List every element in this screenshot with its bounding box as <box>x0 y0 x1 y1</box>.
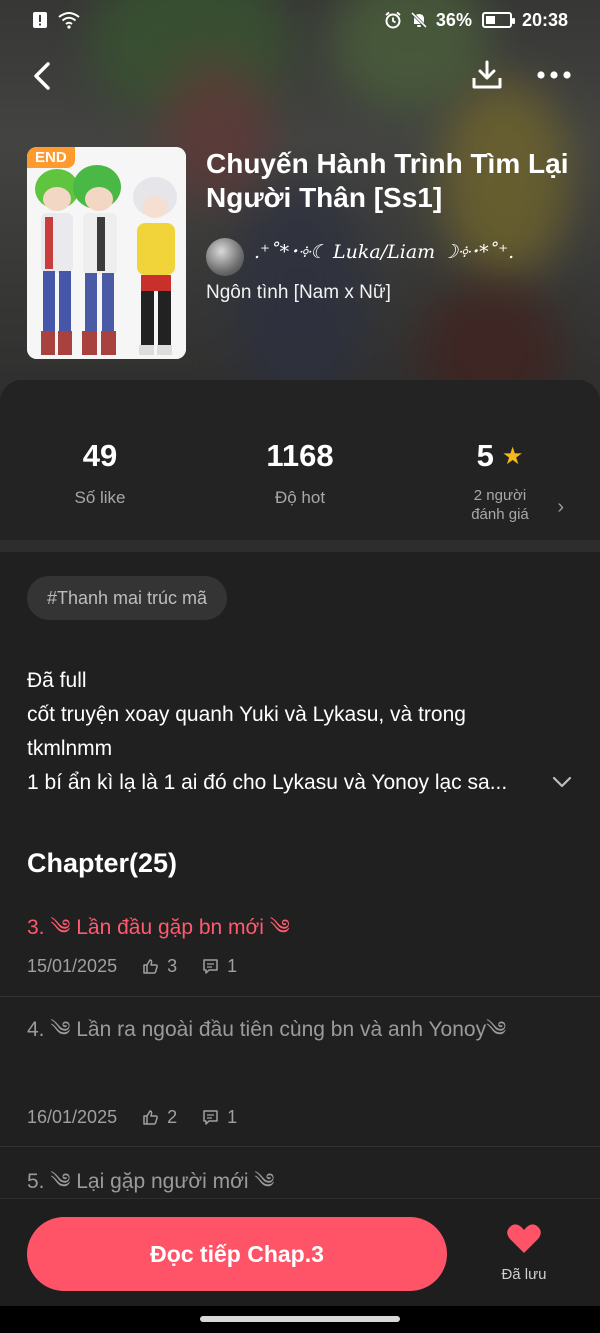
story-title: Chuyến Hành Trình Tìm Lại Người Thân [Ss… <box>206 148 569 213</box>
more-options-button[interactable] <box>530 54 578 96</box>
battery-percent: 36% <box>435 9 472 30</box>
story-header: 36% 20:38 END Chuyến Hành Trình Tìm Lại … <box>0 0 600 400</box>
cover-image[interactable]: END <box>27 147 186 359</box>
end-badge: END <box>27 147 75 168</box>
section-divider <box>0 540 600 552</box>
stats-section: 49 Số like 1168 Độ hot 5 ★ 2 người đánh g… <box>0 380 600 540</box>
continue-reading-button[interactable]: Đọc tiếp Chap.3 <box>27 1217 447 1291</box>
genre-label[interactable]: Ngôn tình [Nam x Nữ] <box>206 282 391 304</box>
story-detail-card: 49 Số like 1168 Độ hot 5 ★ 2 người đánh g… <box>0 380 600 1333</box>
comment-icon <box>201 958 219 976</box>
description-line: 1 bí ẩn kì lạ là 1 ai đó cho Lykasu và Y… <box>27 771 508 794</box>
star-icon: ★ <box>501 442 524 470</box>
download-icon <box>472 60 502 89</box>
comment-icon <box>201 1109 219 1127</box>
likes-label: Số like <box>74 488 126 507</box>
chapter-item[interactable]: 3. ༄ Lần đầu gặp bn mới ༄ 15/01/2025 3 1 <box>0 900 600 997</box>
description-line: tkmlnmm <box>27 737 113 760</box>
back-button[interactable] <box>22 56 62 96</box>
hot-count: 1168 <box>266 438 334 473</box>
download-button[interactable] <box>466 54 508 96</box>
thumbs-up-icon <box>141 958 159 976</box>
saved-label: Đã lưu <box>501 1266 547 1283</box>
chapter-likes: 2 <box>167 1107 178 1127</box>
saved-button[interactable]: Đã lưu <box>496 1223 552 1283</box>
description-line: cốt truyện xoay quanh Yuki và Lykasu, và… <box>27 703 466 726</box>
chapter-likes: 3 <box>167 956 178 976</box>
alarm-icon <box>384 11 401 29</box>
description-line: Đã full <box>27 669 87 692</box>
chapter-comments: 1 <box>227 956 238 976</box>
chapter-title: 4. ༄ Lần ra ngoài đầu tiên cùng bn và an… <box>27 1018 507 1041</box>
chapter-meta: 15/01/2025 3 1 <box>27 956 237 977</box>
clock: 20:38 <box>521 9 568 30</box>
likes-stat: 49 Số like <box>0 438 200 508</box>
chapter-title: 3. ༄ Lần đầu gặp bn mới ༄ <box>27 916 290 939</box>
author-avatar <box>206 238 244 276</box>
more-icon <box>537 71 571 79</box>
chevron-down-icon <box>552 776 572 788</box>
hot-stat: 1168 Độ hot <box>200 438 400 508</box>
tag-chip[interactable]: #Thanh mai trúc mã <box>27 576 228 620</box>
system-nav-bar <box>0 1306 600 1333</box>
alert-icon <box>32 11 48 29</box>
battery-icon <box>481 12 515 28</box>
rating-stat[interactable]: 5 ★ 2 người đánh giá <box>400 438 600 524</box>
chapter-date: 15/01/2025 <box>27 956 118 976</box>
likes-count: 49 <box>82 438 118 473</box>
back-icon <box>34 62 50 90</box>
rating-count-label: 2 người <box>473 487 527 504</box>
home-handle[interactable] <box>200 1316 400 1322</box>
thumbs-up-icon <box>141 1109 159 1127</box>
chapter-date: 16/01/2025 <box>27 1107 118 1127</box>
author-name: .⁺˚*･༓☾ Luka/Liam ☽༓･*˚⁺. <box>254 241 515 263</box>
chapter-comments: 1 <box>227 1107 238 1127</box>
author-link[interactable]: .⁺˚*･༓☾ Luka/Liam ☽༓･*˚⁺. <box>206 230 514 284</box>
wifi-icon <box>58 11 80 29</box>
chapter-heading: Chapter(25) <box>27 848 178 878</box>
heart-icon <box>507 1224 541 1253</box>
rating-value: 5 <box>476 438 494 473</box>
mute-icon <box>410 11 427 29</box>
chapter-item[interactable]: 4. ༄ Lần ra ngoài đầu tiên cùng bn và an… <box>0 997 600 1147</box>
expand-description-button[interactable] <box>548 768 576 796</box>
bottom-action-bar: Đọc tiếp Chap.3 Đã lưu <box>0 1198 600 1306</box>
status-bar: 36% 20:38 <box>0 0 600 40</box>
chevron-right-icon[interactable]: › <box>557 496 564 519</box>
chapter-meta: 16/01/2025 2 1 <box>27 1107 237 1128</box>
story-description: Đã full cốt truyện xoay quanh Yuki và Ly… <box>27 664 572 800</box>
rating-count-label-2: đánh giá <box>471 506 529 523</box>
hot-label: Độ hot <box>274 488 326 507</box>
